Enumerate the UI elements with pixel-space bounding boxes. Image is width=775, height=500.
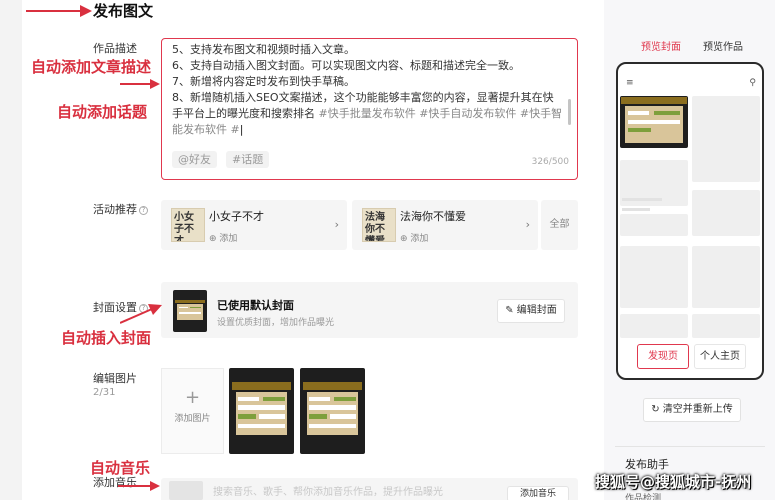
- image-thumbnail-1-content: [232, 382, 291, 440]
- description-line-6: 6、支持自动插入图文封面。可以实现图文内容、标题和描述完全一致。: [172, 59, 520, 72]
- music-search-hint: 搜索音乐、歌手、帮你添加音乐作品，提升作品曝光: [213, 487, 443, 498]
- description-line-8: 8、新增随机插入SEO文案描述，这个功能能够丰富您的内容，显著提升其在快手平台上…: [172, 91, 563, 136]
- clear-reupload-label: 清空并重新上传: [662, 404, 733, 415]
- publish-helper-title: 发布助手: [625, 458, 669, 471]
- images-label: 编辑图片: [93, 372, 137, 385]
- divider: [615, 446, 765, 447]
- search-icon: ⚲: [749, 78, 756, 88]
- topic-chip[interactable]: #话题: [226, 151, 270, 168]
- description-line-5: 5、支持发布图文和视频时插入文章。: [172, 43, 355, 56]
- feed-card: [620, 214, 688, 236]
- activity-add-label-2: 添加: [410, 234, 429, 244]
- left-sidebar-strip: [0, 0, 22, 500]
- clear-reupload-button[interactable]: ↻ 清空并重新上传: [643, 398, 741, 422]
- activity-card-2[interactable]: 法海你不懂爱 法海你不懂爱 ⊕ 添加 ›: [352, 200, 538, 250]
- activity-label: 活动推荐?: [93, 201, 148, 217]
- activity-card-1[interactable]: 小女子不才 小女子不才 ⊕ 添加 ›: [161, 200, 347, 250]
- description-label: 作品描述: [93, 42, 137, 55]
- activity-add-2[interactable]: ⊕ 添加: [400, 231, 428, 244]
- activity-thumb-2: 法海你不懂爱: [362, 208, 396, 242]
- feed-card: [692, 246, 760, 308]
- feed-card-cover: [620, 96, 688, 148]
- feed-card: [692, 96, 760, 182]
- plus-circle-icon: ⊕: [400, 234, 411, 244]
- annotation-auto-cover: 自动插入封面: [61, 329, 152, 347]
- tab-preview-cover[interactable]: 预览封面: [641, 38, 681, 53]
- description-textarea[interactable]: 5、支持发布图文和视频时插入文章。 6、支持自动插入图文封面。可以实现图文内容、…: [161, 38, 578, 180]
- activity-title-2: 法海你不懂爱: [400, 210, 466, 223]
- cover-subtitle: 设置优质封面，增加作品曝光: [217, 318, 335, 328]
- feed-line: [622, 198, 662, 201]
- annotation-auto-topic: 自动添加话题: [57, 103, 148, 121]
- phone-tab-profile[interactable]: 个人主页: [694, 344, 746, 369]
- publish-helper-subtitle: 作品检测: [625, 494, 662, 500]
- image-thumbnail-2-content: [303, 382, 362, 440]
- image-thumbnail-1[interactable]: [229, 368, 294, 454]
- activity-add-1[interactable]: ⊕ 添加: [209, 231, 237, 244]
- chevron-right-icon: ›: [334, 218, 339, 231]
- annotation-arrow-description: [120, 79, 160, 89]
- title-arrow-annotation: [26, 5, 92, 17]
- annotation-arrow-cover: [120, 304, 162, 324]
- feed-card: [620, 246, 688, 308]
- character-counter: 326/500: [531, 157, 569, 167]
- feed-line: [622, 208, 650, 211]
- images-count: 2/31: [93, 387, 116, 398]
- add-image-label: 添加图片: [174, 414, 211, 424]
- chevron-right-icon: ›: [525, 218, 530, 231]
- music-play-icon[interactable]: [169, 481, 203, 500]
- tab-preview-work[interactable]: 预览作品: [703, 38, 743, 53]
- cover-title: 已使用默认封面: [217, 299, 294, 312]
- plus-circle-icon: ⊕: [209, 234, 220, 244]
- activity-all-button[interactable]: 全部: [541, 200, 578, 250]
- activity-add-label-1: 添加: [219, 234, 238, 244]
- menu-icon: ≡: [626, 78, 634, 88]
- info-icon: ?: [139, 206, 148, 215]
- add-image-button[interactable]: + 添加图片: [161, 368, 224, 454]
- activity-label-text: 活动推荐: [93, 203, 137, 216]
- description-scrollbar[interactable]: [568, 99, 571, 125]
- feed-card: [620, 314, 688, 338]
- image-thumbnail-2[interactable]: [300, 368, 365, 454]
- activity-title-1: 小女子不才: [209, 210, 264, 223]
- activity-thumb-1: 小女子不才: [171, 208, 205, 242]
- refresh-icon: ↻: [651, 404, 663, 415]
- pencil-icon: ✎: [505, 305, 517, 316]
- cover-thumbnail[interactable]: [173, 290, 207, 332]
- page-title: 发布图文: [93, 2, 154, 20]
- phone-preview: ≡ ⚲ 发现页 个人主页: [616, 62, 764, 380]
- description-line-7: 7、新增将内容定时发布到快手草稿。: [172, 75, 355, 88]
- annotation-arrow-music: [118, 481, 160, 491]
- music-search-box[interactable]: 搜索音乐、歌手、帮你添加音乐作品，提升作品曝光 添加音乐: [161, 478, 578, 500]
- annotation-auto-description: 自动添加文章描述: [31, 58, 152, 76]
- mention-friend-chip[interactable]: @好友: [172, 151, 217, 168]
- add-music-button[interactable]: 添加音乐: [507, 486, 569, 500]
- phone-tab-discover[interactable]: 发现页: [637, 344, 689, 369]
- cover-thumbnail-image: [175, 300, 205, 322]
- edit-cover-button[interactable]: ✎ 编辑封面: [497, 299, 565, 323]
- plus-icon: +: [184, 387, 201, 408]
- feed-card: [692, 190, 760, 236]
- cover-settings: 已使用默认封面 设置优质封面，增加作品曝光 ✎ 编辑封面: [161, 282, 578, 338]
- watermark: 搜狐号@搜狐城市-抚州: [595, 473, 752, 491]
- feed-card-cover-image: [621, 97, 687, 147]
- edit-cover-label: 编辑封面: [516, 305, 557, 316]
- feed-card: [692, 314, 760, 338]
